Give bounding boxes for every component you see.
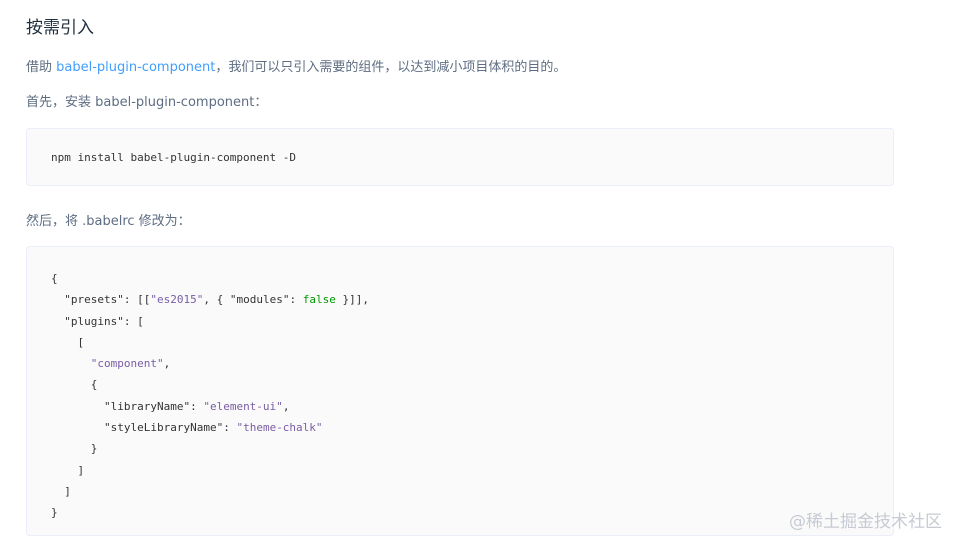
babelrc-instruction: 然后，将 .babelrc 修改为： <box>26 214 191 229</box>
code-token: ] <box>64 484 71 498</box>
code-token: } <box>51 506 58 520</box>
code-token: : [[ <box>123 293 151 307</box>
section-heading: 按需引入 <box>26 18 94 38</box>
code-token: , { <box>203 293 230 307</box>
code-string: "element-ui" <box>203 399 283 413</box>
code-key: "modules" <box>229 293 290 307</box>
code-token: ] <box>77 463 85 477</box>
install-instruction: 首先，安装 babel-plugin-component： <box>26 95 268 110</box>
code-key: "presets" <box>64 293 124 307</box>
code-token: { <box>90 378 98 392</box>
babelrc-code: { "presets": [["es2015", { "modules": fa… <box>51 268 369 524</box>
code-key: "libraryName" <box>103 399 191 413</box>
code-token: } <box>90 442 98 456</box>
code-boolean: false <box>302 293 336 307</box>
code-token: , <box>282 399 290 413</box>
intro-suffix: ，我们可以只引入需要的组件，以达到减小项目体积的目的。 <box>215 60 567 75</box>
watermark: @稀土掘金技术社区 <box>789 512 942 532</box>
code-token: [ <box>77 335 85 349</box>
code-token: : <box>223 421 237 435</box>
code-token: : <box>289 293 303 307</box>
babelrc-code-block: { "presets": [["es2015", { "modules": fa… <box>26 246 894 536</box>
intro-paragraph: 借助 babel-plugin-component，我们可以只引入需要的组件，以… <box>26 58 566 78</box>
code-string: "theme-chalk" <box>236 421 323 435</box>
babel-plugin-component-link[interactable]: babel-plugin-component <box>56 60 215 75</box>
install-command: npm install babel-plugin-component -D <box>51 151 297 164</box>
code-string: "es2015" <box>150 293 204 307</box>
code-key: "plugins" <box>64 314 124 328</box>
install-code-block: npm install babel-plugin-component -D <box>26 128 894 186</box>
code-key: "styleLibraryName" <box>103 421 224 435</box>
code-token: }]], <box>335 293 369 307</box>
code-token: : <box>190 399 204 413</box>
intro-prefix: 借助 <box>26 60 57 75</box>
code-string: "component" <box>90 357 164 371</box>
code-token: , <box>163 357 171 371</box>
code-token: { <box>51 272 58 285</box>
code-token: : [ <box>123 314 144 328</box>
